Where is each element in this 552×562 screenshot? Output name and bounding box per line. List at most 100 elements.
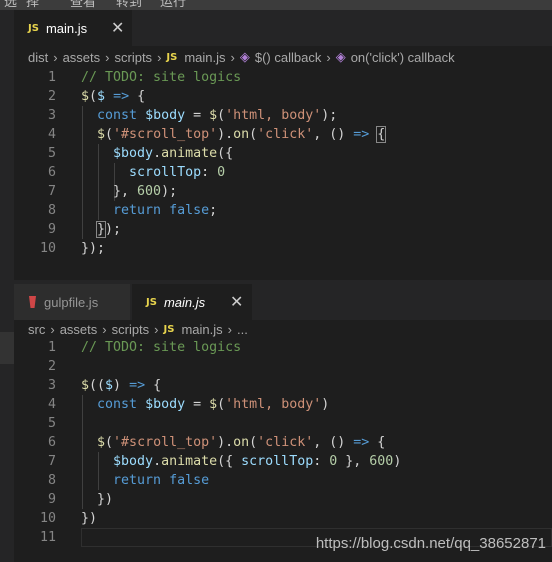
cube-icon: ◈ (335, 49, 346, 64)
js-file-icon: JS (163, 323, 175, 335)
activity-indicator (0, 332, 14, 364)
code-line: 9 }) (14, 490, 552, 509)
tab-label: gulpfile.js (44, 294, 99, 310)
code-text: scrollTop: 0 (129, 165, 226, 180)
code-text: return false (113, 473, 210, 488)
line-number: 4 (47, 127, 56, 142)
line-number: 3 (47, 378, 56, 393)
code-text: }) (81, 492, 114, 507)
tab-label: main.js (163, 294, 206, 310)
line-number: 3 (47, 108, 56, 123)
code-line: 9 }); (14, 220, 552, 239)
code-text: // TODO: site logics (81, 340, 242, 355)
chevron-right-icon: › (50, 321, 55, 337)
menu-item[interactable]: 运行 (160, 0, 186, 10)
editor-pane-top: JS main.js ✕ dist › assets › scripts › JS m… (14, 10, 552, 280)
gulp-icon (29, 296, 36, 308)
close-icon[interactable]: ✕ (111, 18, 124, 38)
chevron-right-icon: › (53, 49, 58, 65)
tab-main-js[interactable]: JS main.js ✕ (132, 284, 252, 320)
line-number: 10 (39, 241, 56, 256)
activity-strip (0, 10, 14, 562)
tab-label: main.js (45, 20, 88, 36)
code-text: return false; (113, 203, 218, 218)
code-text: }, 600); (81, 184, 178, 199)
breadcrumb: src › assets › scripts › JS main.js › ... (14, 318, 552, 340)
breadcrumb-item[interactable]: scripts (115, 50, 153, 65)
line-number: 7 (47, 454, 56, 469)
menu-bar: 选 择 查看 转到 运行 (0, 0, 552, 10)
code-text: }); (96, 221, 122, 238)
menu-item[interactable]: 择 (26, 0, 39, 10)
code-line: 8 return false (14, 471, 552, 490)
tab-gulpfile-js[interactable]: gulpfile.js (14, 284, 130, 320)
code-text: $body.animate({ (113, 146, 234, 161)
line-number: 4 (47, 397, 56, 412)
tab-main-js[interactable]: JS main.js ✕ (14, 10, 132, 46)
breadcrumb-item[interactable]: on('click') callback (351, 50, 455, 65)
chevron-right-icon: › (157, 49, 162, 65)
breadcrumb-item[interactable]: main.js (181, 322, 222, 337)
chevron-right-icon: › (102, 321, 107, 337)
line-number: 8 (47, 473, 56, 488)
chevron-right-icon: › (326, 49, 331, 65)
code-line: 2 $($ => { (14, 87, 552, 106)
menu-item[interactable]: 查看 (70, 0, 96, 10)
line-number: 8 (47, 203, 56, 218)
breadcrumb-item[interactable]: assets (60, 322, 98, 337)
line-number: 5 (47, 146, 56, 161)
breadcrumb-item[interactable]: assets (63, 50, 101, 65)
code-text: $($ => { (81, 89, 146, 104)
line-number: 1 (47, 340, 56, 355)
code-line: 3 const $body = $('html, body'); (14, 106, 552, 125)
line-number: 5 (47, 416, 56, 431)
code-text: const $body = $('html, body') (97, 397, 330, 412)
tab-bar: JS main.js ✕ (14, 10, 552, 46)
code-line: 1 // TODO: site logics (14, 68, 552, 87)
code-line: 3 $(($) => { (14, 376, 552, 395)
line-number: 6 (47, 165, 56, 180)
code-line: 10}); (14, 239, 552, 258)
code-editor-top[interactable]: 1 // TODO: site logics 2 $($ => { 3 const … (14, 68, 552, 278)
chevron-right-icon: › (230, 49, 235, 65)
code-text: }) (81, 511, 98, 526)
chevron-right-icon: › (154, 321, 159, 337)
code-line: 6 $('#scroll_top').on('click', () => { (14, 433, 552, 452)
breadcrumb-item[interactable]: ... (237, 322, 248, 337)
breadcrumb-item[interactable]: main.js (184, 50, 225, 65)
menu-item[interactable]: 转到 (116, 0, 142, 10)
editor-pane-bottom: gulpfile.js JS main.js ✕ src › assets › sc… (14, 284, 552, 562)
chevron-right-icon: › (105, 49, 110, 65)
breadcrumb-item[interactable]: scripts (112, 322, 150, 337)
line-number: 1 (47, 70, 56, 85)
code-line: 8 return false; (14, 201, 552, 220)
breadcrumb-item[interactable]: $() callback (255, 50, 321, 65)
code-text: // TODO: site logics (81, 70, 242, 85)
breadcrumb-item[interactable]: src (28, 322, 45, 337)
code-text: $('#scroll_top').on('click', () => { (97, 435, 386, 450)
tab-bar: gulpfile.js JS main.js ✕ (14, 284, 552, 320)
code-line: 6 scrollTop: 0 (14, 163, 552, 182)
code-text: }); (81, 241, 106, 256)
code-line: 7 }, 600); (14, 182, 552, 201)
line-number: 2 (47, 89, 56, 104)
chevron-right-icon: › (227, 321, 232, 337)
line-number: 9 (47, 222, 56, 237)
code-line: 7 $body.animate({ scrollTop: 0 }, 600) (14, 452, 552, 471)
code-text: $('#scroll_top').on('click', () => { (97, 126, 387, 143)
breadcrumb-item[interactable]: dist (28, 50, 48, 65)
code-text: $body.animate({ scrollTop: 0 }, 600) (113, 454, 402, 469)
menu-item[interactable]: 选 (4, 0, 17, 10)
close-icon[interactable]: ✕ (230, 292, 243, 312)
code-line: 5 $body.animate({ (14, 144, 552, 163)
watermark-text: https://blog.csdn.net/qq_38652871 (315, 535, 546, 552)
line-number: 2 (47, 359, 56, 374)
js-file-icon: JS (146, 296, 157, 308)
js-file-icon: JS (28, 22, 39, 34)
cube-icon: ◈ (239, 49, 250, 64)
code-line: 5 (14, 414, 552, 433)
line-number: 9 (47, 492, 56, 507)
code-line: 10}) (14, 509, 552, 528)
code-line: 4 const $body = $('html, body') (14, 395, 552, 414)
code-editor-bottom[interactable]: 1 // TODO: site logics 2 3 $(($) => { 4 co… (14, 338, 552, 560)
